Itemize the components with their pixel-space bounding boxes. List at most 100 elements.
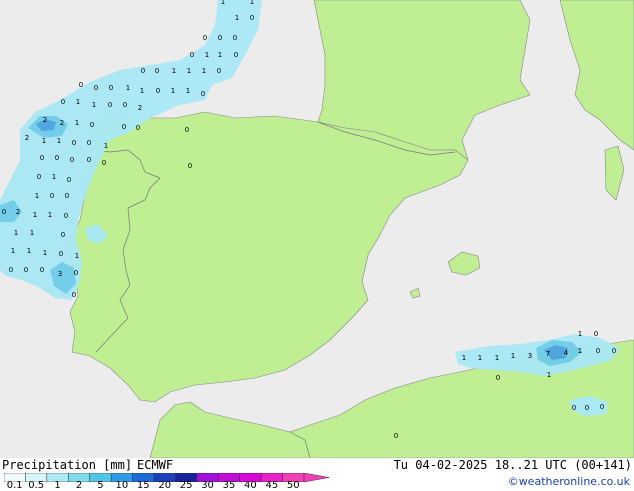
precip-value-label: 1 (126, 84, 130, 92)
precip-value-label: 0 (596, 347, 600, 355)
precip-value-label: 2 (60, 119, 64, 127)
precip-value-label: 0 (122, 123, 126, 131)
colorbar-tick-label: 15 (136, 480, 150, 491)
precip-value-label: 0 (394, 432, 398, 440)
precip-value-label: 1 (171, 87, 175, 95)
colorbar-tick-label: 25 (179, 480, 193, 491)
precip-value-label: 0 (141, 67, 145, 75)
precip-value-label: 1 (52, 173, 56, 181)
colorbar-tick-label: 0.5 (28, 480, 45, 491)
colorbar-tick-label: 10 (115, 480, 129, 491)
precip-value-label: 1 (42, 137, 46, 145)
colorbar-tick-label: 30 (201, 480, 214, 491)
precip-value-label: 0 (250, 14, 254, 22)
precip-value-label: 1 (104, 142, 108, 150)
map-footer: Precipitation [mm] ECMWF Tu 04-02-2025 1… (0, 458, 634, 491)
colorbar-tick-label: 2 (75, 480, 83, 491)
precip-value-label: 0 (585, 404, 589, 412)
precip-value-label: 1 (578, 330, 582, 338)
precip-value-label: 1 (218, 51, 222, 59)
precip-value-label: 1 (511, 352, 515, 360)
precip-value-label: 0 (234, 51, 238, 59)
precip-value-label: 0 (136, 124, 140, 132)
precip-value-label: 0 (612, 347, 616, 355)
precip-value-label: 1 (186, 87, 190, 95)
precip-value-label: 1 (35, 192, 39, 200)
precip-value-label: 1 (92, 101, 96, 109)
precip-value-label: 1 (140, 87, 144, 95)
precip-value-label: 0 (64, 212, 68, 220)
colorbar-tick-label: 35 (222, 480, 236, 491)
precip-value-label: 0 (24, 266, 28, 274)
precip-value-label: 1 (578, 347, 582, 355)
precip-value-label: 1 (43, 249, 47, 257)
precip-value-label: 0 (2, 208, 6, 216)
precip-value-label: 4 (564, 349, 569, 357)
credit-link[interactable]: ©weatheronline.co.uk (508, 475, 630, 488)
precip-value-label: 0 (72, 139, 76, 147)
precip-value-label: 2 (25, 134, 29, 142)
precip-value-label: 3 (58, 270, 62, 278)
precip-value-label: 2 (138, 104, 142, 112)
precip-value-label: 2 (43, 116, 47, 124)
colorbar-tick-label: 40 (244, 480, 257, 491)
precip-value-label: 0 (185, 126, 189, 134)
precip-value-label: 1 (205, 51, 209, 59)
precip-value-label: 0 (61, 98, 65, 106)
precip-value-label: 1 (48, 211, 52, 219)
precip-value-label: 0 (59, 250, 63, 258)
precip-value-label: 0 (79, 81, 83, 89)
precip-value-label: 0 (594, 330, 598, 338)
precip-value-label: 0 (233, 34, 237, 42)
precip-value-label: 0 (108, 101, 112, 109)
precip-value-label: 0 (218, 34, 222, 42)
colorbar-ticks: 0.1 0.5 1 2 5 10 15 20 25 30 35 40 45 50 (0, 480, 340, 491)
precip-value-label: 1 (462, 354, 466, 362)
precip-value-label: 1 (33, 211, 37, 219)
precip-value-label: 0 (155, 67, 159, 75)
precip-value-label: 1 (76, 98, 80, 106)
precip-value-label: 1 (235, 14, 239, 22)
precip-value-label: 1 (11, 247, 15, 255)
precip-value-label: 0 (61, 231, 65, 239)
precip-value-label: 0 (40, 266, 44, 274)
precip-value-label: 0 (600, 403, 604, 411)
precip-value-label: 1 (221, 0, 225, 6)
precip-value-label: 1 (495, 354, 499, 362)
precipitation-map: 1 0 1 1 0 0 0 0 1 1 0 0 0 1 1 1 0 0 0 0 1 1 0 1 1 0 0 1 1 0 0 2 2 2 1 0 0 0 0 2… (0, 0, 634, 459)
colorbar-tick-label: 50 (286, 480, 300, 491)
precip-value-label: 0 (74, 269, 78, 277)
precip-value-label: 0 (203, 34, 207, 42)
precip-value-label: 0 (9, 266, 13, 274)
precip-value-label: 1 (30, 229, 34, 237)
precip-value-label: 1 (27, 247, 31, 255)
precip-value-label: 0 (87, 156, 91, 164)
precip-value-label: 0 (72, 291, 76, 299)
precip-value-label: 0 (217, 67, 221, 75)
colorbar-tick-label: 20 (158, 480, 172, 491)
precip-value-label: 1 (202, 67, 206, 75)
map-canvas: 1 0 1 1 0 0 0 0 1 1 0 0 0 1 1 1 0 0 0 0 1 1 0 1 1 0 0 1 1 0 0 2 2 2 1 0 0 0 0 2… (0, 0, 634, 459)
precip-value-label: 0 (94, 84, 98, 92)
precip-value-label: 1 (187, 67, 191, 75)
precip-value-label: 0 (109, 84, 113, 92)
precip-value-label: 0 (67, 176, 71, 184)
precip-value-label: 1 (547, 371, 551, 379)
precip-value-label: 0 (55, 154, 59, 162)
valid-time: Tu 04-02-2025 18..21 UTC (00+141) (393, 458, 632, 472)
precip-value-label: 0 (102, 159, 106, 167)
colorbar-tick-label: 0.1 (6, 480, 23, 491)
precip-value-label: 0 (65, 192, 69, 200)
precip-value-label: 1 (75, 119, 79, 127)
precip-value-label: 0 (50, 192, 54, 200)
precip-value-label: 1 (14, 229, 18, 237)
precip-value-label: 2 (16, 208, 20, 216)
precip-value-label: 0 (90, 121, 94, 129)
precip-value-label: 0 (123, 101, 127, 109)
precip-value-label: 0 (201, 90, 205, 98)
precip-value-label: 0 (572, 404, 576, 412)
precip-value-label: 7 (546, 350, 550, 358)
precip-value-label: 0 (37, 173, 41, 181)
precip-value-label: 1 (57, 137, 61, 145)
precip-value-label: 3 (528, 352, 532, 360)
